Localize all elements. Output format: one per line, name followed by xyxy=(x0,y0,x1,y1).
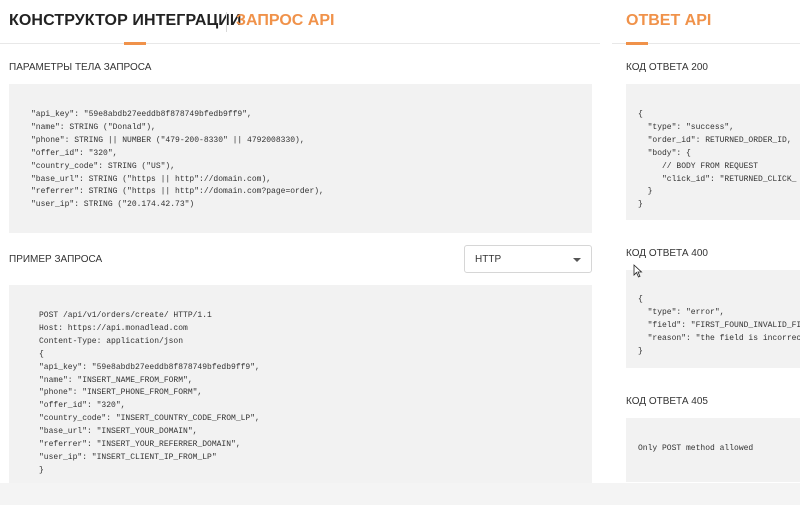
example-label: ПРИМЕР ЗАПРОСА xyxy=(9,254,103,265)
page-title: КОНСТРУКТОР ИНТЕГРАЦИИ xyxy=(9,12,242,29)
format-select[interactable]: HTTP xyxy=(464,245,592,273)
tab-api-request[interactable]: ЗАПРОС API xyxy=(236,12,334,30)
params-label: ПАРАМЕТРЫ ТЕЛА ЗАПРОСА xyxy=(9,62,152,73)
response-tab-indicator xyxy=(626,42,648,45)
code405-block[interactable]: Only POST method allowed xyxy=(626,418,800,482)
response-panel: ОТВЕТ API КОД ОТВЕТА 200 { "type": "succ… xyxy=(612,0,800,505)
example-code-block[interactable]: POST /api/v1/orders/create/ HTTP/1.1 Hos… xyxy=(9,285,592,483)
code400-block[interactable]: { "type": "error", "field": "FIRST_FOUND… xyxy=(626,270,800,368)
active-tab-indicator xyxy=(124,42,146,45)
title-divider xyxy=(226,12,227,32)
code405-label: КОД ОТВЕТА 405 xyxy=(626,396,708,407)
code400-label: КОД ОТВЕТА 400 xyxy=(626,248,708,259)
response-header: ОТВЕТ API xyxy=(612,0,800,44)
code200-label: КОД ОТВЕТА 200 xyxy=(626,62,708,73)
request-panel: КОНСТРУКТОР ИНТЕГРАЦИИ ЗАПРОС API ПАРАМЕ… xyxy=(0,0,600,505)
format-select-value: HTTP xyxy=(475,254,502,265)
code400-code: { "type": "error", "field": "FIRST_FOUND… xyxy=(638,295,800,356)
mouse-cursor-icon xyxy=(633,264,643,278)
footer-strip xyxy=(0,483,800,505)
request-header: КОНСТРУКТОР ИНТЕГРАЦИИ ЗАПРОС API xyxy=(0,0,600,44)
code200-block[interactable]: { "type": "success", "order_id": RETURNE… xyxy=(626,84,800,220)
code200-code: { "type": "success", "order_id": RETURNE… xyxy=(638,110,797,210)
chevron-down-icon xyxy=(573,258,581,262)
code405-code: Only POST method allowed xyxy=(638,444,754,453)
example-code: POST /api/v1/orders/create/ HTTP/1.1 Hos… xyxy=(39,311,260,475)
response-title: ОТВЕТ API xyxy=(626,12,712,29)
params-code-block[interactable]: "api_key": "59e8abdb27eeddb8f878749bfedb… xyxy=(9,84,592,233)
params-code: "api_key": "59e8abdb27eeddb8f878749bfedb… xyxy=(31,110,324,210)
